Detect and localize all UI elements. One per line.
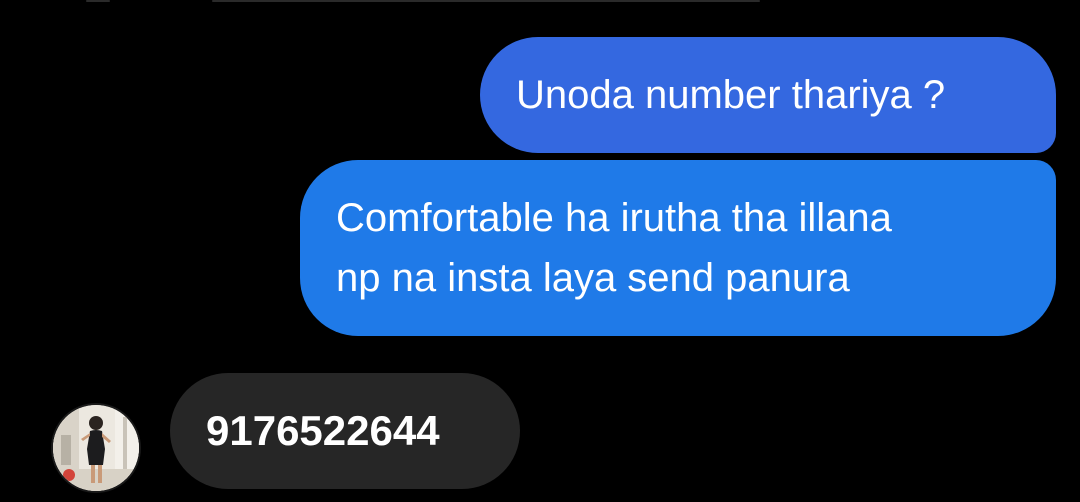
message-text-line: np na insta laya send panura bbox=[336, 256, 850, 300]
contact-avatar[interactable] bbox=[53, 405, 139, 491]
avatar-photo-icon bbox=[53, 405, 139, 491]
message-text-line: Comfortable ha irutha tha illana bbox=[336, 196, 892, 240]
sent-message-bubble[interactable]: Unoda number thariya ? bbox=[480, 37, 1056, 153]
received-message-bubble[interactable]: 9176522644 bbox=[170, 373, 520, 489]
sent-message-bubble[interactable]: Comfortable ha irutha tha illana np na i… bbox=[300, 160, 1056, 336]
top-divider-right bbox=[212, 0, 760, 2]
message-text: 9176522644 bbox=[206, 407, 440, 454]
top-divider-left bbox=[86, 0, 110, 2]
message-text: Unoda number thariya ? bbox=[516, 73, 946, 117]
